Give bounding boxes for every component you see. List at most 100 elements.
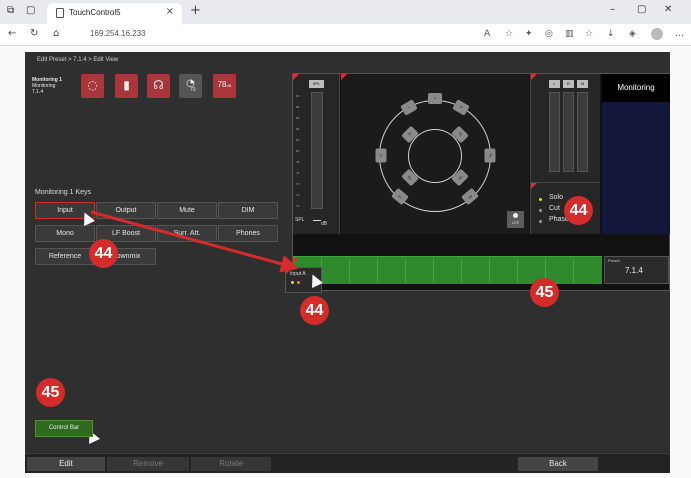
lrm-tag-l: L [549,80,560,88]
key-surr-att[interactable]: Surr. Att. [157,225,217,242]
corner-marker [341,74,347,80]
maximize-icon[interactable]: ▢ [637,4,646,15]
favorite-icon[interactable]: ☆ [505,29,513,39]
key-phones[interactable]: Phones [218,225,278,242]
input-a-indicator [291,281,294,284]
solo-indicator [539,198,542,201]
profile-icon[interactable] [651,28,663,40]
spl-tick: 72 [296,193,300,197]
speaker-ls[interactable]: Ls [375,148,387,163]
tile-level-78[interactable]: 78dB [213,74,236,98]
lrm-meter-panel[interactable]: L R M [530,74,600,182]
spl-bar [311,92,323,209]
url-field[interactable]: 169.254.16.233 [78,27,473,43]
touchcontrol-app: Edit Preset > 7.1.4 > Edit View Monitori… [25,52,670,473]
speaker-field: C L R Ls Rs Lb Rb Tfl Tfr Tbl Tbr LFE [341,74,529,234]
spl-unit: dB [321,221,328,227]
control-bar-divider [433,259,434,283]
edit-button[interactable]: Edit [27,457,105,471]
speaker-rs[interactable]: Rs [484,148,496,163]
copilot-icon[interactable]: ◈ [629,29,636,39]
lfe-button[interactable]: LFE [507,211,524,228]
control-bar-strip[interactable] [293,256,602,284]
workspaces-icon[interactable]: ▢ [26,5,35,16]
badge-44-controls: 44 [564,196,593,225]
badge-44-keys: 44 [89,239,118,268]
browser-titlebar: ⧉ ▢ TouchControl5 × + – ▢ ✕ [0,0,691,24]
corner-marker [531,183,537,189]
app-viewport: Edit Preset > 7.1.4 > Edit View Monitori… [0,47,691,478]
lrm-tag-r: R [563,80,574,88]
cut-indicator [539,209,542,212]
key-mono[interactable]: Mono [35,225,95,242]
tile-speaker-layout[interactable]: ◌ [81,74,104,98]
lrm-bar-l [549,92,560,172]
corner-marker [293,257,299,263]
badge-45-control-bar: 45 [530,278,559,307]
control-bar-button[interactable]: Control Bar [35,420,93,437]
spl-tag: SPL [309,80,324,88]
spl-tick: 70 [296,204,300,208]
collections-icon[interactable]: ◎ [545,29,553,39]
split-screen-icon[interactable]: ▥ [565,29,574,39]
read-aloud-icon[interactable]: A [484,29,490,39]
spl-tick: 90 [296,94,300,98]
control-bar-divider [517,259,518,283]
downloads-icon[interactable]: ↓ [607,29,615,39]
tab-actions-icon[interactable]: ⧉ [7,5,14,16]
tile-volume-70[interactable]: ◔ 70 [179,74,202,98]
monitoring-panel: Monitoring [602,74,670,234]
spl-tick: 84 [296,127,300,131]
spl-value-label: SPL [295,217,305,223]
breadcrumb: Edit Preset > 7.1.4 > Edit View [37,57,119,63]
back-button[interactable]: Back [518,457,598,471]
spl-tick: 78 [296,160,300,164]
control-solo[interactable]: Solo [549,194,563,201]
favorites-bar-icon[interactable]: ☆ [585,29,593,39]
back-icon[interactable]: ← [8,28,16,39]
remove-button[interactable]: Remove [107,457,189,471]
corner-marker [293,74,299,80]
key-output[interactable]: Output [96,202,156,219]
page-icon [56,8,64,18]
spl-tick: 86 [296,116,300,120]
spl-value-dash [313,220,321,221]
more-icon[interactable]: … [675,29,684,39]
monitoring-panel-title: Monitoring [602,74,670,102]
spl-tick: 80 [296,149,300,153]
close-icon[interactable]: × [166,6,174,17]
control-bar-divider [405,259,406,283]
control-bar-divider [349,259,350,283]
new-tab-button[interactable]: + [190,3,201,18]
tile-headphones[interactable]: ☊ [147,74,170,98]
extensions-icon[interactable]: ✦ [525,29,533,39]
bottom-toolbar: Edit Remove Rotate Back [25,453,670,473]
key-reference[interactable]: Reference [35,248,95,265]
address-bar: ← ↻ ⌂ 169.254.16.233 A ☆ ✦ ◎ ▥ ☆ ↓ ◈ … [0,24,691,46]
control-bar-divider [461,259,462,283]
lrm-bar-m [577,92,588,172]
spl-scale: 90 88 86 84 82 80 78 76 74 72 70 [296,92,308,209]
headphones-icon: ☊ [153,78,164,92]
window-close-icon[interactable]: ✕ [664,4,672,15]
input-a-indicator [297,281,300,284]
control-bar-divider [377,259,378,283]
preset-box[interactable]: Preset 7.1.4 [604,256,669,284]
spl-meter-panel[interactable]: SPL 90 88 86 84 82 80 78 76 74 72 70 SPL [293,74,340,234]
control-bar-divider [489,259,490,283]
home-icon[interactable]: ⌂ [53,28,59,39]
preset-label: Preset [608,258,620,263]
minimize-icon[interactable]: – [610,4,615,15]
browser-tab[interactable]: TouchControl5 × [47,3,182,24]
lfe-dot [513,213,518,218]
rotate-button[interactable]: Rotate [191,457,271,471]
refresh-icon[interactable]: ↻ [30,28,38,39]
tile-meter[interactable]: ▮ [115,74,138,98]
key-mute[interactable]: Mute [157,202,217,219]
key-dim[interactable]: DIM [218,202,278,219]
lrm-tag-m: M [577,80,588,88]
preset-value: 7.1.4 [625,266,643,275]
spl-tick: 74 [296,182,300,186]
speaker-c[interactable]: C [428,93,442,104]
control-cut[interactable]: Cut [549,205,560,212]
